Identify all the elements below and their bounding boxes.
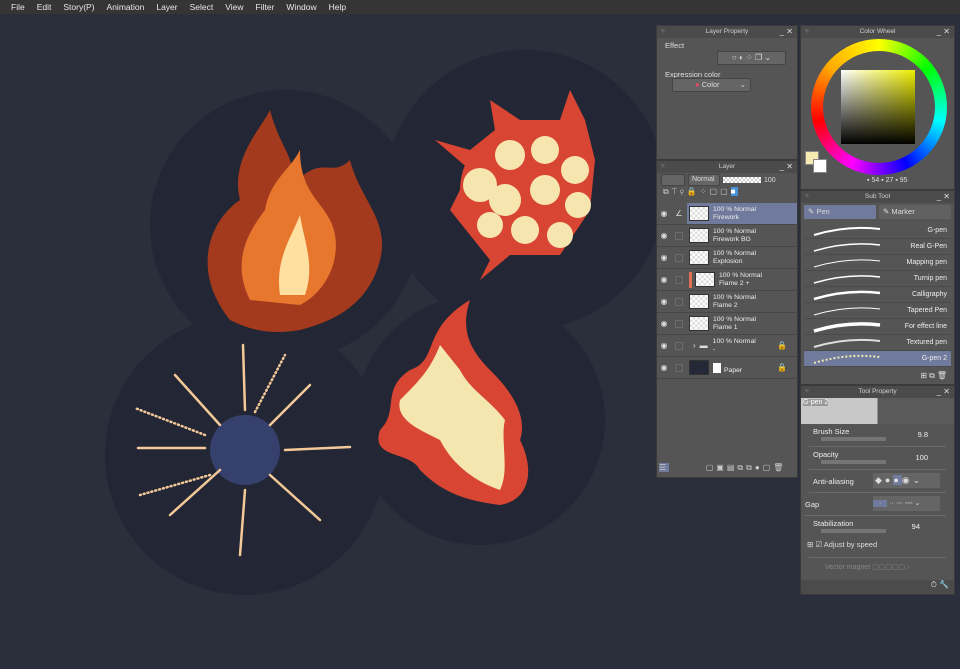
- menu-filter[interactable]: Filter: [256, 2, 275, 12]
- opacity-slider[interactable]: [723, 177, 761, 183]
- menu-layer[interactable]: Layer: [156, 2, 177, 12]
- stabilization-setting[interactable]: Stabilization 94: [809, 516, 946, 540]
- layer-folder[interactable]: ◉ › ▬ 100 % Normal - 🔒: [657, 335, 797, 357]
- sub-tool-panel: ≡ Sub Tool _ ✕ ✎ Pen ✎ Marker G-pen Real G…: [800, 190, 955, 385]
- eye-icon[interactable]: ◉: [657, 231, 671, 240]
- pen-icon: ∠: [675, 209, 683, 218]
- tab-pen[interactable]: ✎ Pen: [804, 205, 876, 219]
- color-icon: ●: [695, 80, 700, 89]
- adjust-by-speed-checkbox[interactable]: ⊞ ☑ Adjust by speed: [807, 540, 954, 554]
- menu-edit[interactable]: Edit: [37, 2, 52, 12]
- folder-icon: ▬: [699, 341, 708, 350]
- eye-icon[interactable]: ◉: [657, 253, 671, 262]
- panel-title: Sub Tool: [864, 193, 891, 200]
- brush-list: G-pen Real G-Pen Mapping pen Turnip pen …: [804, 223, 951, 367]
- layer-item[interactable]: ◉ 100 % Normal Explosion: [657, 247, 797, 269]
- brush-item[interactable]: Textured pen: [804, 335, 951, 351]
- sub-tool-toolbar[interactable]: ⊞⧉🗑: [920, 371, 949, 381]
- layer-list: ◉ ∠ 100 % Normal Firework ◉ 100 % Normal Fire…: [657, 201, 797, 379]
- menu-select[interactable]: Select: [190, 2, 214, 12]
- eye-icon[interactable]: ◉: [657, 275, 671, 284]
- eye-icon[interactable]: ◉: [657, 363, 671, 372]
- close-icon[interactable]: _ ✕: [937, 191, 950, 203]
- layer-bottom-toolbar[interactable]: ☰ ▢▣▤⧉⧉●▢🗑: [659, 463, 795, 475]
- close-icon[interactable]: _ ✕: [937, 386, 950, 398]
- anti-aliasing-setting[interactable]: Anti-aliasing ◆●●◉⌄: [809, 470, 946, 493]
- brush-size-slider[interactable]: [821, 437, 886, 441]
- close-icon[interactable]: _ ✕: [780, 26, 793, 38]
- opacity-slider[interactable]: [821, 460, 886, 464]
- menu-story[interactable]: Story(P): [63, 2, 94, 12]
- opacity-value[interactable]: 100: [764, 177, 776, 184]
- tool-property-panel: ≡ Tool Property _ ✕ G-pen 2 Brush Size 9.8 …: [800, 385, 955, 595]
- menu-animation[interactable]: Animation: [107, 2, 145, 12]
- brush-item[interactable]: For effect line: [804, 319, 951, 335]
- hsv-readout: ▪ 54 ▪ 27 ▪ 95: [867, 177, 908, 184]
- opacity-setting[interactable]: Opacity 100: [809, 447, 946, 470]
- saturation-value-square[interactable]: [841, 70, 915, 144]
- brush-item[interactable]: Turnip pen: [804, 271, 951, 287]
- layer-item[interactable]: ◉ 100 % Normal Firework BG: [657, 225, 797, 247]
- layer-toolbar[interactable]: ⧉⊤⚲🔒⁘▢▢■: [657, 187, 797, 201]
- menu-view[interactable]: View: [225, 2, 243, 12]
- expand-icon[interactable]: ›: [693, 341, 696, 350]
- menu-help[interactable]: Help: [329, 2, 346, 12]
- vector-magnet-setting: Vector magnet ▢▢▢▢▢ ›: [809, 557, 946, 571]
- layer-property-panel: ≡ Layer Property _ ✕ Effect ○ ◐ ⁘ ❐ ⌄ Expr…: [656, 25, 798, 160]
- lock-icon[interactable]: 🔒: [777, 341, 787, 350]
- eye-icon[interactable]: ◉: [657, 297, 671, 306]
- tab-marker[interactable]: ✎ Marker: [879, 205, 951, 219]
- menu-window[interactable]: Window: [286, 2, 316, 12]
- brush-item[interactable]: Calligraphy: [804, 287, 951, 303]
- eye-icon[interactable]: ◉: [657, 319, 671, 328]
- expression-color-dropdown[interactable]: ● Color ⌄: [672, 78, 751, 92]
- effect-label: Effect: [665, 41, 685, 50]
- layer-paper[interactable]: ◉ Paper 🔒: [657, 357, 797, 379]
- layer-item[interactable]: ◉ 100 % Normal Flame 2: [657, 291, 797, 313]
- stabilization-slider[interactable]: [821, 529, 886, 533]
- close-icon[interactable]: _ ✕: [937, 26, 950, 38]
- eye-icon[interactable]: ◉: [657, 341, 671, 350]
- layer-item[interactable]: ◉ ∠ 100 % Normal Firework: [657, 203, 797, 225]
- brush-item[interactable]: G-pen: [804, 223, 951, 239]
- layer-color-button[interactable]: [661, 174, 685, 186]
- sub-color-swatch[interactable]: [813, 159, 827, 173]
- brush-preview: G-pen 2: [801, 398, 954, 424]
- layer-item[interactable]: ◉ 100 % Normal Flame 2 +: [657, 269, 797, 291]
- panel-title: Layer: [718, 163, 736, 170]
- close-icon[interactable]: _ ✕: [780, 161, 793, 173]
- brush-size-setting[interactable]: Brush Size 9.8: [809, 424, 946, 447]
- panel-title: Color Wheel: [859, 28, 896, 35]
- effect-buttons[interactable]: ○ ◐ ⁘ ❐ ⌄: [717, 51, 786, 65]
- lock-icon[interactable]: 🔒: [777, 363, 787, 372]
- menu-file[interactable]: File: [11, 2, 25, 12]
- paper-icon: [713, 362, 721, 373]
- tool-property-footer[interactable]: ⏱ 🔧: [801, 580, 954, 594]
- brush-item[interactable]: Mapping pen: [804, 255, 951, 271]
- panel-title: Tool Property: [858, 388, 897, 395]
- brush-item[interactable]: Real G-Pen: [804, 239, 951, 255]
- brush-item[interactable]: G-pen 2: [804, 351, 951, 367]
- brush-item[interactable]: Tapered Pen: [804, 303, 951, 319]
- blend-mode-dropdown[interactable]: Normal: [688, 174, 720, 186]
- layer-panel: ≡ Layer _ ✕ Normal 100 ⧉⊤⚲🔒⁘▢▢■ ◉ ∠ 100 % No…: [656, 160, 798, 478]
- gap-setting[interactable]: Gap · ·· ·◦· ◦◦◦ ⌄: [805, 493, 946, 516]
- panel-title: Layer Property: [705, 28, 749, 35]
- layer-item[interactable]: ◉ 100 % Normal Flame 1: [657, 313, 797, 335]
- menu-bar: File Edit Story(P) Animation Layer Selec…: [0, 0, 960, 14]
- color-wheel-panel: ≡ Color Wheel _ ✕ ▪ 54 ▪ 27 ▪ 95: [800, 25, 955, 190]
- eye-icon[interactable]: ◉: [657, 209, 671, 218]
